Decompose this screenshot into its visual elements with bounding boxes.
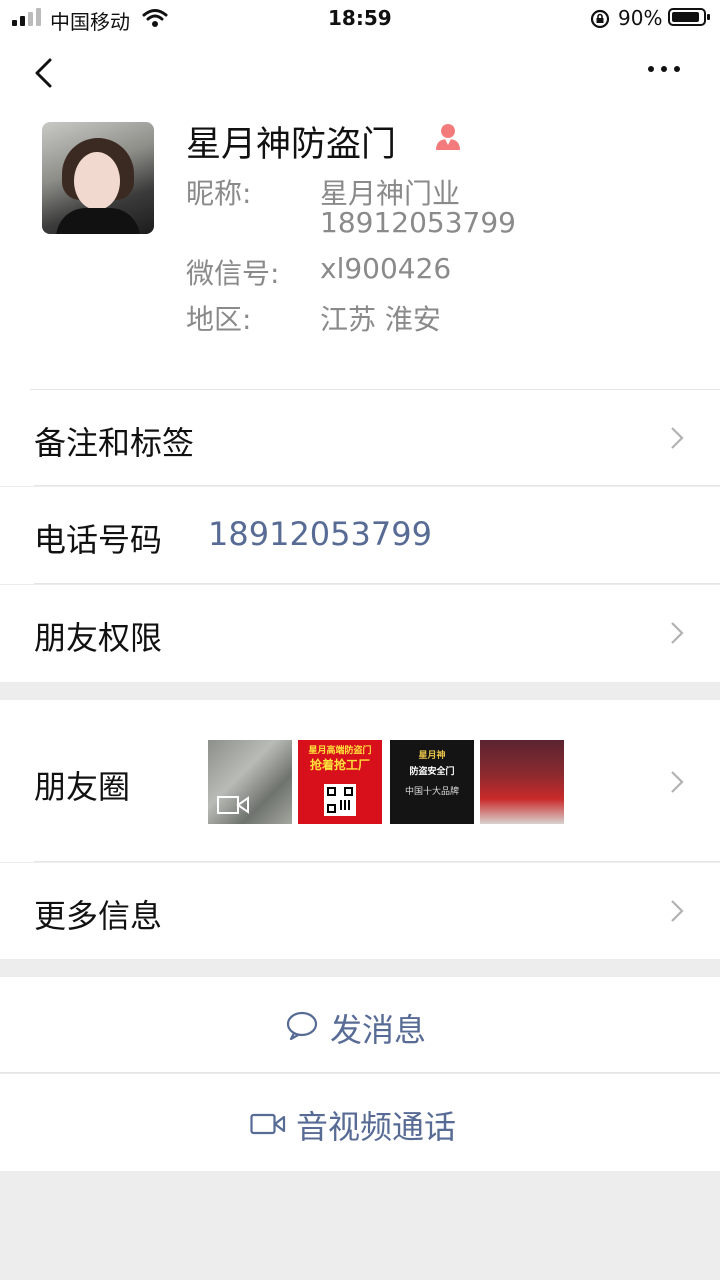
status-bar: 中国移动 18:59 90%	[0, 0, 720, 40]
profile-section: 星月神防盗门 昵称: 星月神门业 18912053799 微信号: xl9004…	[0, 100, 720, 390]
chevron-right-icon	[671, 427, 684, 449]
moments-thumb-video	[208, 740, 292, 824]
phone-label: 电话号码	[34, 521, 163, 559]
wifi-icon	[142, 9, 168, 27]
moments-row[interactable]: 朋友圈 星月高端防盗门 抢着抢工厂 星月神 防盗安全门 中国十大品牌	[0, 700, 720, 862]
avatar[interactable]	[42, 122, 154, 234]
back-arrow-icon[interactable]	[32, 58, 54, 88]
qr-code-icon	[324, 784, 356, 816]
av-call-button[interactable]: 音视频通话	[0, 1074, 720, 1171]
more-info-label: 更多信息	[34, 897, 163, 935]
female-gender-icon	[436, 124, 460, 150]
phone-row[interactable]: 电话号码 18912053799	[0, 487, 720, 584]
chevron-right-icon	[671, 771, 684, 793]
row-divider	[0, 1072, 720, 1073]
signal-icon	[12, 8, 42, 26]
avatar-face	[74, 152, 120, 210]
battery-fill	[672, 12, 699, 22]
friend-permissions-label: 朋友权限	[34, 619, 163, 657]
battery-percent: 90%	[618, 6, 663, 30]
battery-icon	[668, 8, 710, 26]
more-info-row[interactable]: 更多信息	[0, 863, 720, 959]
send-message-label: 发消息	[330, 1011, 427, 1049]
row-divider	[34, 583, 720, 584]
video-icon	[217, 796, 249, 814]
moments-label: 朋友圈	[34, 768, 131, 806]
video-call-icon	[250, 1113, 286, 1135]
remarks-tags-row[interactable]: 备注和标签	[0, 390, 720, 486]
profile-name: 星月神防盗门	[186, 125, 397, 165]
region-label: 地区:	[186, 303, 252, 336]
row-divider	[34, 485, 720, 486]
moments-thumb-brand-black: 星月神 防盗安全门 中国十大品牌	[390, 740, 474, 824]
friend-permissions-row[interactable]: 朋友权限	[0, 585, 720, 682]
clock: 18:59	[328, 6, 392, 30]
moments-thumb-poster-red: 星月高端防盗门 抢着抢工厂	[298, 740, 382, 824]
nickname-label: 昵称:	[186, 177, 252, 210]
remarks-tags-label: 备注和标签	[34, 424, 195, 462]
nav-header	[0, 40, 720, 100]
chevron-right-icon	[671, 622, 684, 644]
nickname-value-line2: 18912053799	[320, 206, 516, 239]
carrier-name: 中国移动	[50, 10, 130, 34]
avatar-body	[56, 208, 140, 234]
chat-bubble-icon	[286, 1011, 318, 1041]
rotation-lock-icon	[590, 9, 610, 29]
wechat-id-label: 微信号:	[186, 257, 280, 290]
wechat-id-value: xl900426	[320, 252, 452, 285]
more-options-icon[interactable]	[646, 66, 682, 76]
moments-thumb-showroom	[480, 740, 564, 824]
row-divider	[34, 861, 720, 862]
region-value: 江苏 淮安	[320, 303, 441, 336]
av-call-label: 音视频通话	[296, 1108, 457, 1146]
phone-number-link[interactable]: 18912053799	[208, 515, 432, 553]
chevron-right-icon	[671, 900, 684, 922]
send-message-button[interactable]: 发消息	[0, 977, 720, 1073]
